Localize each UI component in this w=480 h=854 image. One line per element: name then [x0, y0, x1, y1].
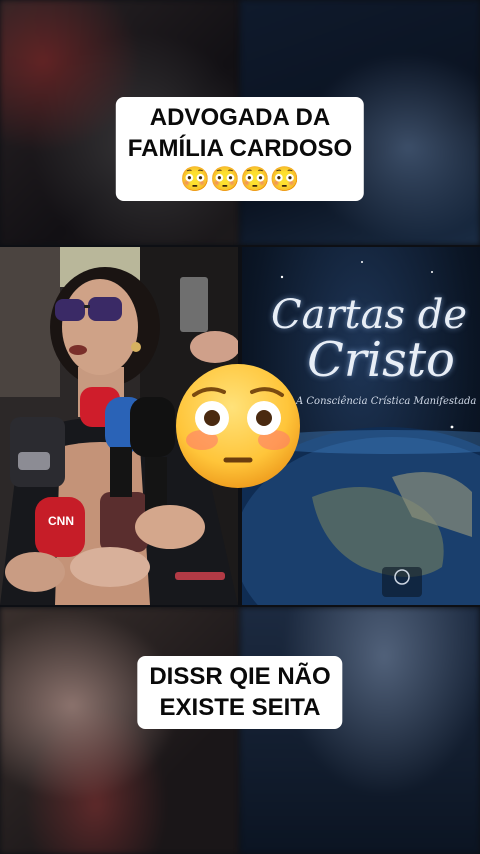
top-caption-line2: FAMÍLIA CARDOSO [127, 135, 353, 162]
book-subtitle: A Consciência Crística Manifestada [296, 396, 477, 407]
blurred-left-half [0, 607, 240, 854]
blurred-background-bottom [0, 607, 480, 854]
svg-text:CNN: CNN [48, 514, 74, 528]
flushed-face-emoji [172, 360, 304, 497]
blurred-right-half [240, 607, 480, 854]
bottom-caption-line1: DISSR QIE NÃO [149, 663, 331, 690]
top-caption: ADVOGADA DA FAMÍLIA CARDOSO 😳😳😳😳 [115, 97, 365, 201]
bottom-caption: DISSR QIE NÃO EXISTE SEITA [137, 656, 343, 729]
top-caption-emojis: 😳😳😳😳 [180, 166, 300, 193]
top-caption-line1: ADVOGADA DA [149, 104, 331, 131]
bottom-caption-line2: EXISTE SEITA [159, 694, 321, 721]
